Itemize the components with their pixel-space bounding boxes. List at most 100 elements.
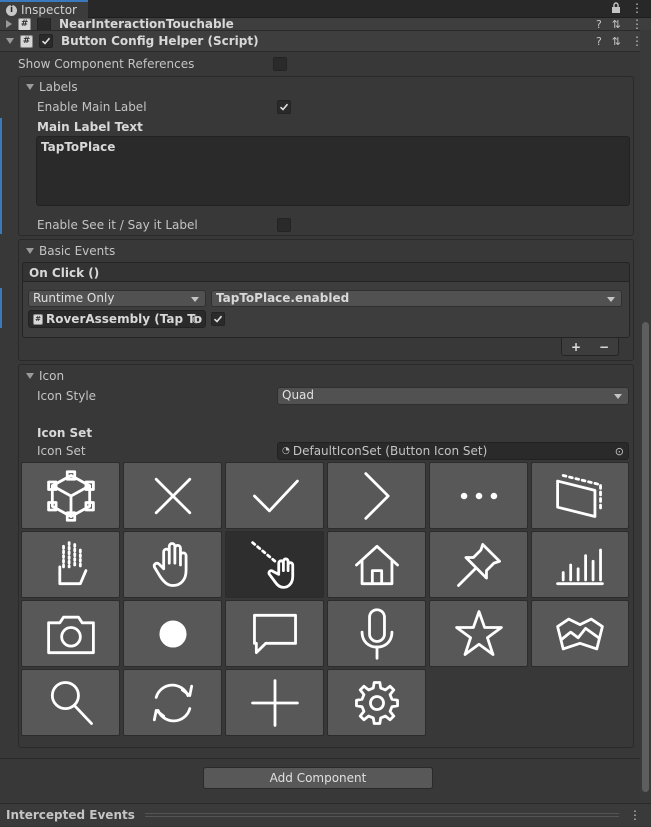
camera-icon (46, 615, 95, 654)
icon-set-label: Icon Set (37, 444, 86, 458)
main-label-text-title: Main Label Text (37, 120, 143, 134)
show-component-references-label: Show Component References (18, 57, 195, 71)
hand-joints-icon-button[interactable] (21, 531, 120, 598)
runtime-dropdown[interactable]: Runtime Only (28, 290, 206, 307)
plus-icon-button[interactable] (225, 669, 324, 736)
on-click-title: On Click () (29, 266, 100, 280)
scrollbar-track[interactable] (640, 30, 651, 800)
function-dropdown[interactable]: TapToPlace.enabled (211, 290, 622, 307)
record-icon-button[interactable] (123, 600, 222, 667)
basic-events-foldout[interactable]: Basic Events (26, 244, 115, 258)
presets-icon[interactable]: ⇅ (612, 18, 621, 30)
foldout-arrow-icon[interactable] (26, 373, 34, 379)
checkmark-icon (252, 479, 299, 512)
help-icon[interactable]: ? (596, 18, 602, 30)
component-header[interactable]: # Button Config Helper (Script) ? ⇅ ⋮ (0, 30, 651, 52)
checkmark-icon-button[interactable] (225, 462, 324, 529)
dropdown-arrow-icon (607, 297, 615, 302)
icon-style-dropdown[interactable]: Quad (277, 387, 629, 405)
show-component-references-checkbox[interactable] (273, 57, 287, 71)
star-icon-button[interactable] (429, 600, 528, 667)
labels-foldout[interactable]: Labels (26, 80, 78, 94)
icon-style-value: Quad (282, 388, 315, 402)
hand-ray-icon (250, 540, 294, 589)
dropdown-arrow-icon (614, 394, 622, 399)
presets-icon[interactable]: ⇅ (612, 35, 621, 48)
prev-component-header[interactable]: # NearInteractionTouchable ? ⇅ ⋮ (0, 18, 651, 30)
icon-set-value: DefaultIconSet (Button Icon Set) (292, 444, 488, 458)
ellipsis-icon-button[interactable] (429, 462, 528, 529)
checkmark-icon (41, 37, 51, 45)
add-event-button[interactable]: + (571, 340, 581, 354)
camera-icon-button[interactable] (21, 600, 120, 667)
object-picker-icon[interactable]: ⊙ (192, 313, 201, 326)
info-icon: i (6, 4, 17, 16)
help-icon[interactable]: ? (596, 35, 602, 48)
map-icon (556, 617, 604, 650)
main-label-text-area[interactable]: TapToPlace (36, 136, 630, 206)
microphone-icon-button[interactable] (327, 600, 426, 667)
hand-ray-icon-button[interactable] (225, 531, 324, 598)
scrollbar-thumb[interactable] (642, 322, 649, 792)
icon-style-label: Icon Style (37, 389, 97, 403)
refresh-icon (152, 683, 193, 722)
script-icon: # (18, 18, 31, 30)
on-click-header: On Click () (22, 262, 630, 282)
prev-component-enabled-checkbox[interactable] (37, 18, 51, 30)
divider (0, 758, 651, 759)
icon-foldout[interactable]: Icon (26, 369, 64, 383)
main-label-text-value: TapToPlace (41, 140, 116, 154)
speech-bubble-icon (252, 613, 297, 654)
ellipsis-icon (460, 492, 497, 499)
adjust-icon-button[interactable] (531, 462, 629, 529)
enable-main-label-checkbox[interactable] (277, 100, 291, 114)
intercepted-events-bar[interactable]: Intercepted Events ⋮ (0, 803, 651, 825)
icon-set-header: Icon Set (37, 426, 93, 440)
enable-see-it-say-it-checkbox[interactable] (277, 218, 291, 232)
asset-icon: ◔ (282, 446, 290, 456)
add-component-label: Add Component (269, 771, 367, 785)
search-icon-button[interactable] (21, 669, 120, 736)
remove-event-button[interactable]: − (599, 340, 609, 354)
speech-bubble-icon-button[interactable] (225, 600, 324, 667)
map-icon-button[interactable] (531, 600, 629, 667)
chevron-right-icon (363, 471, 390, 520)
collapse-arrow-icon[interactable] (6, 20, 12, 28)
target-object-field[interactable]: # RoverAssembly (Tap To ⊙ (28, 310, 206, 328)
add-component-button[interactable]: Add Component (203, 767, 433, 789)
modified-indicator (0, 288, 2, 328)
close-icon-button[interactable] (123, 462, 222, 529)
checkmark-icon (213, 315, 223, 323)
icon-set-field[interactable]: ◔ DefaultIconSet (Button Icon Set) ⊙ (277, 442, 629, 460)
enable-see-it-say-it-label: Enable See it / Say it Label (37, 218, 198, 232)
bar-chart-icon-button[interactable] (531, 531, 629, 598)
home-icon-button[interactable] (327, 531, 426, 598)
pin-icon-button[interactable] (429, 531, 528, 598)
record-icon (158, 619, 187, 648)
foldout-arrow-icon[interactable] (26, 248, 34, 254)
argument-checkbox[interactable] (211, 312, 225, 326)
inspector-tab-title: Inspector (21, 3, 77, 17)
refresh-icon-button[interactable] (123, 669, 222, 736)
tab-menu-icon[interactable]: ⋮ (631, 2, 643, 14)
cube-icon-button[interactable] (21, 462, 120, 529)
expand-arrow-icon[interactable] (6, 38, 14, 44)
hand-icon-button[interactable] (123, 531, 222, 598)
component-menu-icon[interactable]: ⋮ (631, 18, 643, 30)
foldout-arrow-icon[interactable] (26, 84, 34, 90)
component-name: Button Config Helper (Script) (61, 34, 259, 48)
tab-controls: ⋮ (611, 2, 643, 14)
modified-indicator (0, 118, 2, 234)
inspector-tab[interactable]: i Inspector (0, 0, 88, 18)
gear-icon (354, 680, 399, 725)
gear-icon-button[interactable] (327, 669, 426, 736)
component-enabled-checkbox[interactable] (39, 34, 53, 48)
chevron-right-icon-button[interactable] (327, 462, 426, 529)
lock-icon[interactable] (611, 2, 621, 14)
search-icon (50, 680, 93, 725)
intercepted-events-menu-icon[interactable]: ⋮ (629, 809, 641, 821)
prev-component-controls: ? ⇅ ⋮ (596, 18, 643, 30)
drag-handle[interactable] (144, 812, 619, 817)
object-picker-icon[interactable]: ⊙ (615, 445, 624, 458)
dropdown-arrow-icon (191, 297, 199, 302)
